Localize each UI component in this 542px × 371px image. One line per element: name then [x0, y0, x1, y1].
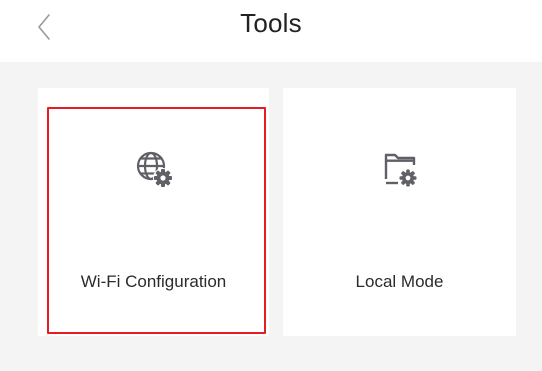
tools-grid: Wi-Fi Configuration Local Mode	[0, 62, 542, 371]
local-mode-label: Local Mode	[355, 272, 444, 291]
local-mode-card[interactable]: Local Mode	[283, 88, 516, 336]
header-bar: Tools	[0, 0, 542, 62]
wifi-configuration-card[interactable]: Wi-Fi Configuration	[38, 88, 269, 336]
globe-gear-icon	[136, 151, 173, 188]
wifi-configuration-label: Wi-Fi Configuration	[80, 272, 227, 291]
folder-gear-icon	[384, 153, 416, 187]
page-title: Tools	[240, 8, 302, 38]
